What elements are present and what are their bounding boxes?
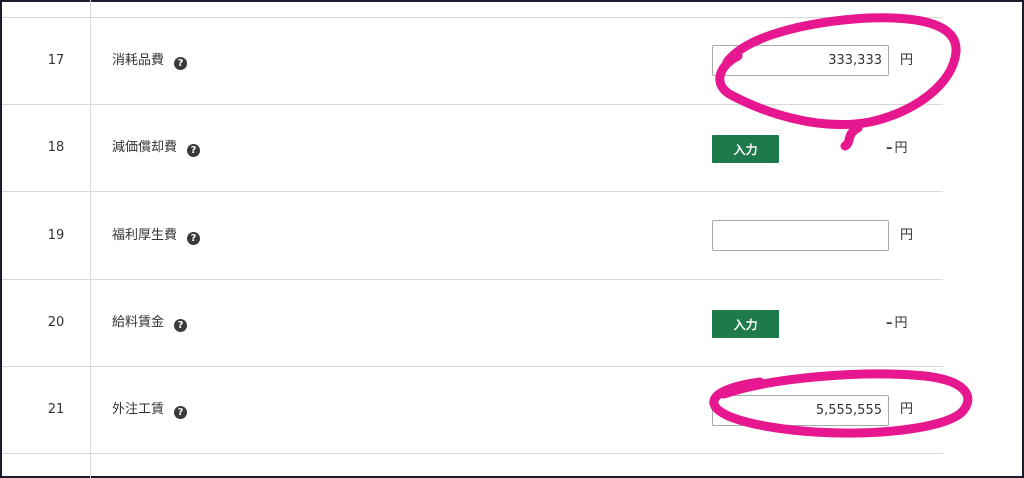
yen-unit: 円: [900, 402, 914, 417]
yen-unit: 円: [900, 228, 914, 243]
row-label-welfare: 福利厚生費?: [112, 227, 201, 245]
welfare-amount-field[interactable]: [712, 220, 889, 251]
amount-display: – 円: [886, 315, 908, 333]
row-divider: [2, 17, 943, 18]
row-number: 18: [47, 140, 65, 155]
row-number: 20: [47, 315, 65, 330]
yen-unit: 円: [894, 316, 908, 331]
row-label-text: 外注工賃: [112, 402, 165, 417]
question-circle-icon[interactable]: ?: [174, 319, 188, 332]
row-label-depreciation: 減価償却費?: [112, 139, 201, 157]
row-label-text: 消耗品費: [112, 53, 165, 68]
question-circle-icon[interactable]: ?: [187, 144, 201, 157]
question-circle-icon[interactable]: ?: [174, 57, 188, 70]
amount-display: – 円: [886, 140, 908, 158]
row-label-outsourcing: 外注工賃?: [112, 401, 188, 419]
row-label-text: 給料賃金: [112, 315, 165, 330]
column-divider: [90, 0, 91, 478]
row-label-text: 減価償却費: [112, 140, 178, 155]
row-number: 19: [47, 228, 65, 243]
row-divider: [2, 366, 943, 367]
consumables-amount-field[interactable]: [712, 45, 889, 76]
row-number: 17: [47, 53, 65, 68]
row-label-consumables: 消耗品費?: [112, 52, 188, 70]
row-divider: [2, 104, 943, 105]
salaries-input-button[interactable]: 入力: [712, 310, 779, 338]
yen-unit: 円: [894, 141, 908, 156]
question-circle-icon[interactable]: ?: [174, 406, 188, 419]
yen-unit: 円: [900, 53, 914, 68]
row-label-salaries: 給料賃金?: [112, 314, 188, 332]
row-number: 21: [47, 402, 65, 417]
row-divider: [2, 279, 943, 280]
row-divider: [2, 453, 943, 454]
row-divider: [2, 191, 943, 192]
empty-amount-dash: –: [886, 141, 893, 156]
empty-amount-dash: –: [886, 316, 893, 331]
outsourcing-amount-field[interactable]: [712, 395, 889, 426]
question-circle-icon[interactable]: ?: [187, 232, 201, 245]
row-label-text: 福利厚生費: [112, 228, 178, 243]
depreciation-input-button[interactable]: 入力: [712, 135, 779, 163]
